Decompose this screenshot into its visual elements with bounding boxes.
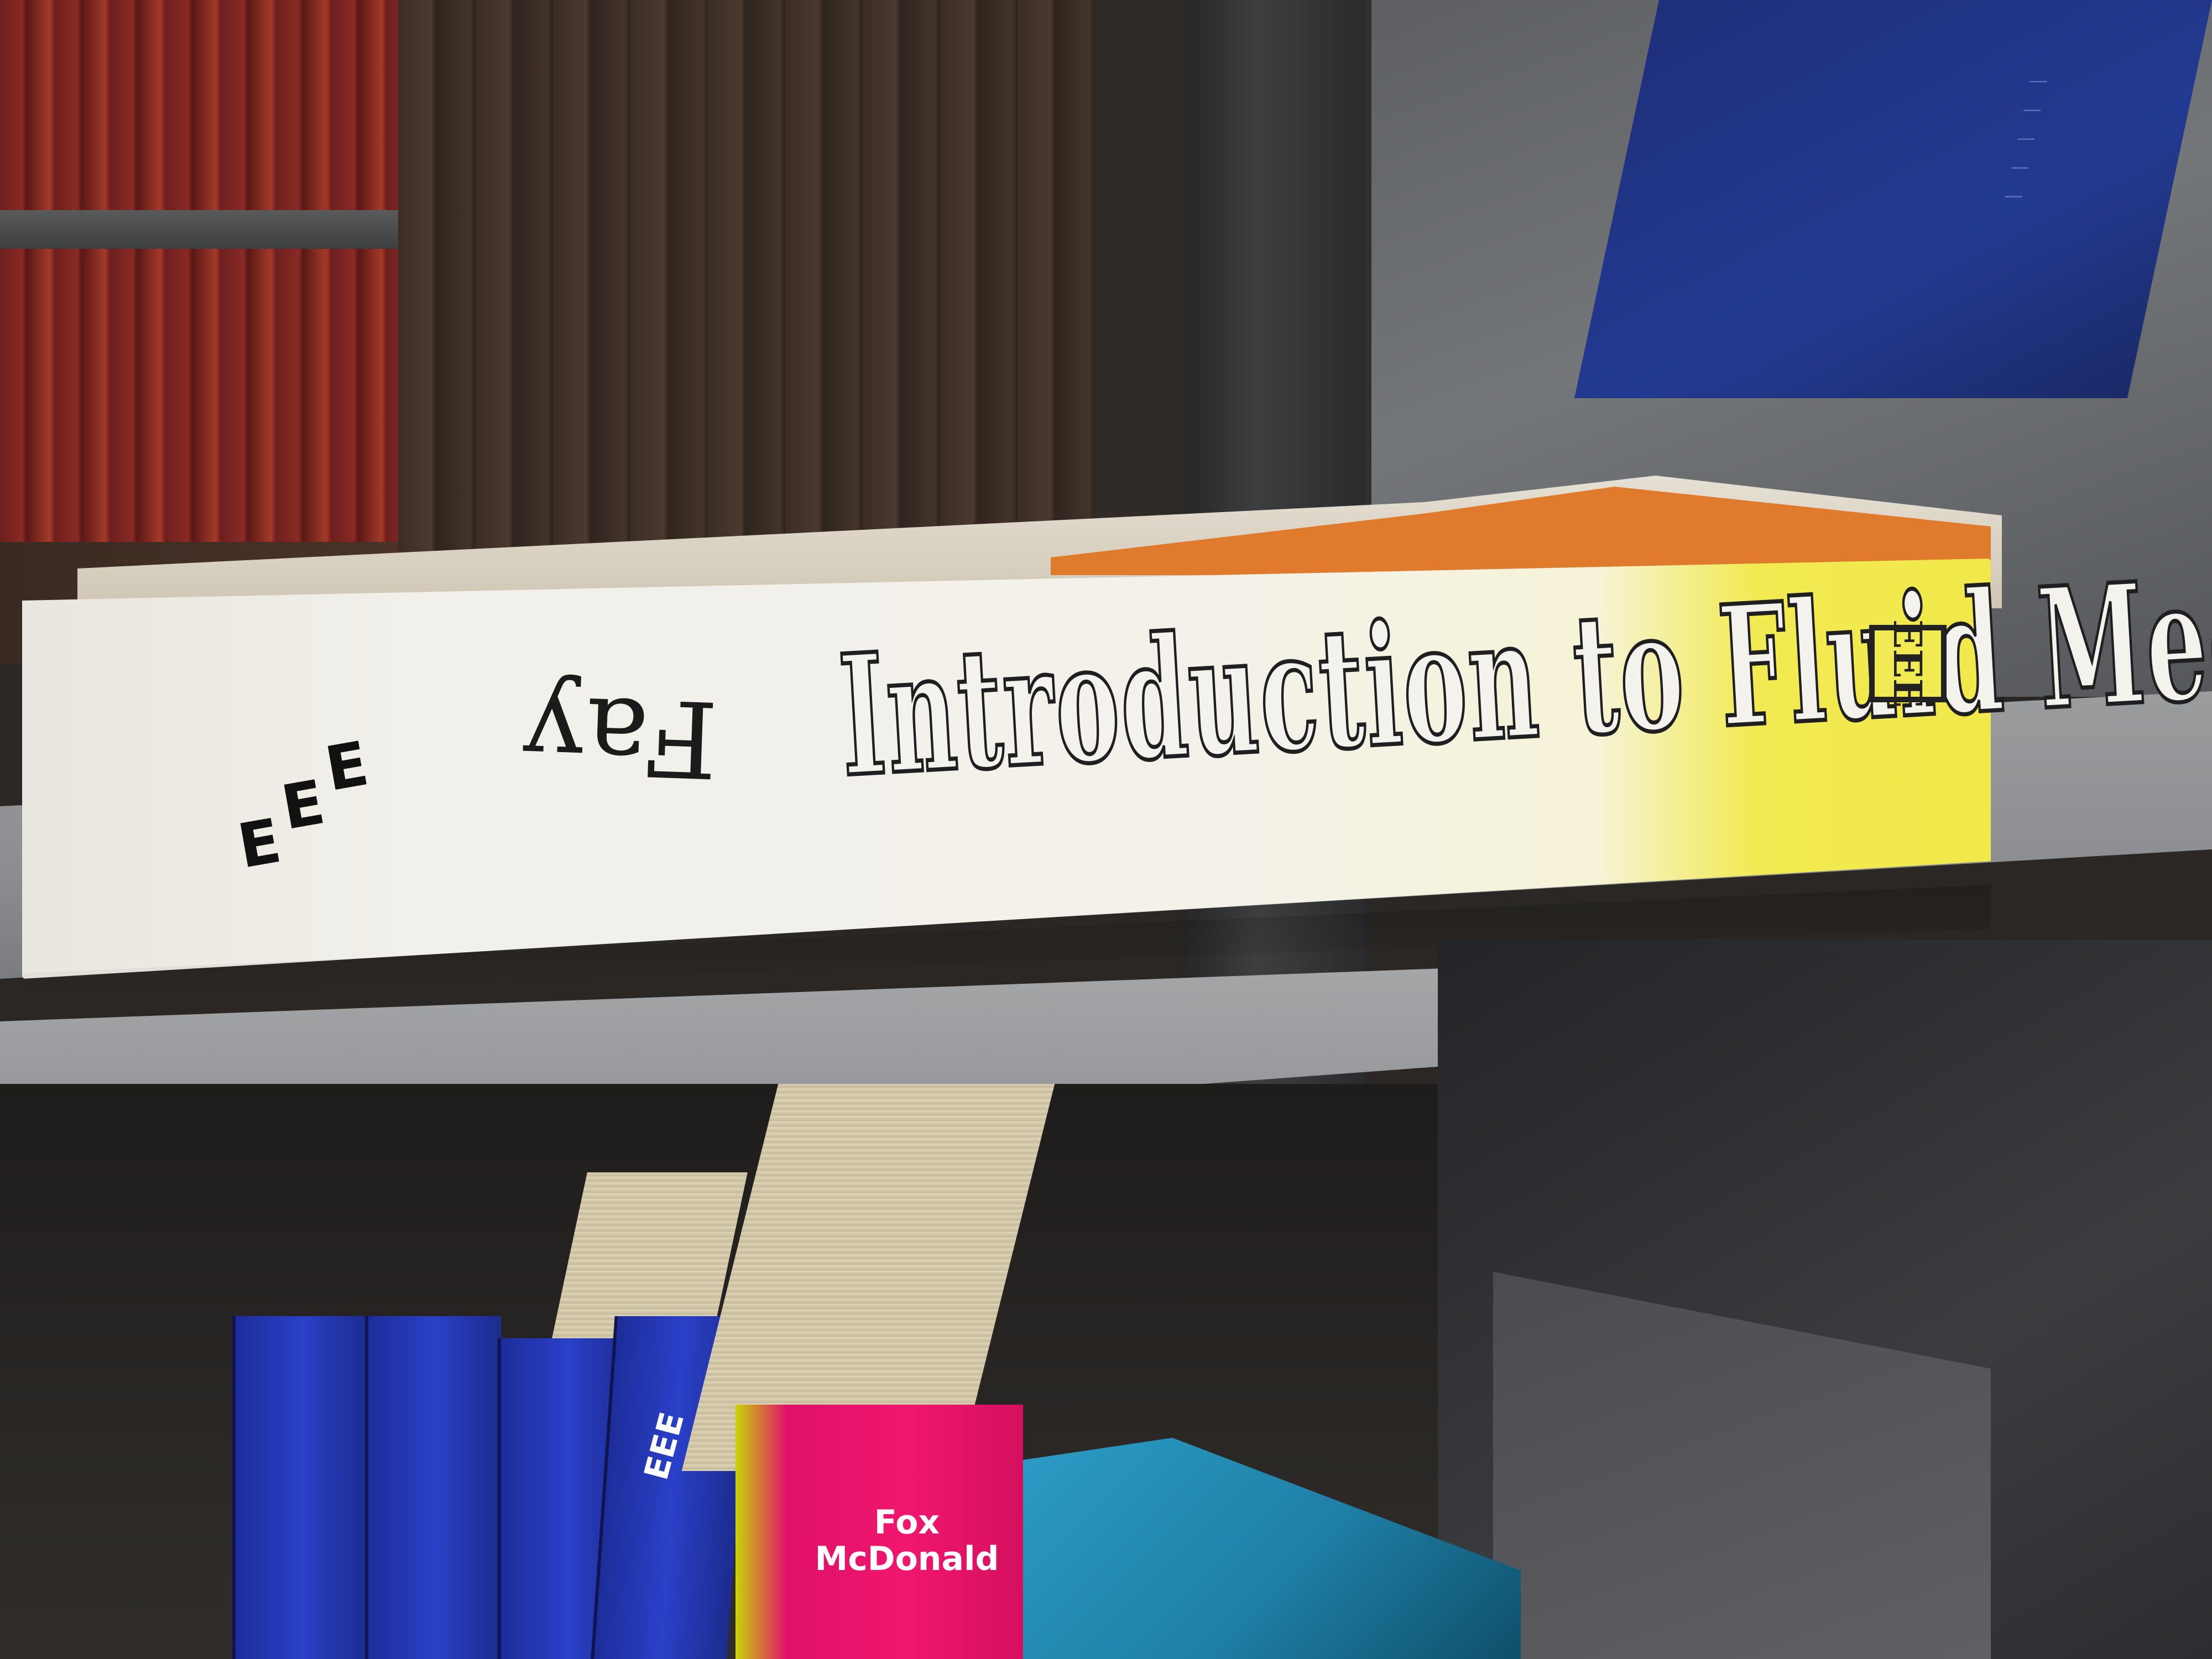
publisher-mark: EEE	[1869, 619, 1947, 708]
background-red-books	[0, 0, 398, 542]
eee-logo-letter: E	[276, 766, 330, 844]
book-author: Fay	[518, 671, 720, 801]
background-blue-book: — — — — —	[1574, 0, 2212, 398]
upper-shelf-ledge	[0, 210, 420, 249]
background-dark-books	[398, 0, 1095, 553]
lower-blue-book[interactable]	[365, 1316, 501, 1659]
fox-book-author: Fox McDonald	[815, 1503, 999, 1578]
background-blue-book-text: — — — — —	[2002, 70, 2051, 207]
eee-logo-letter: E	[320, 728, 374, 805]
lower-blue-book[interactable]	[232, 1316, 368, 1659]
